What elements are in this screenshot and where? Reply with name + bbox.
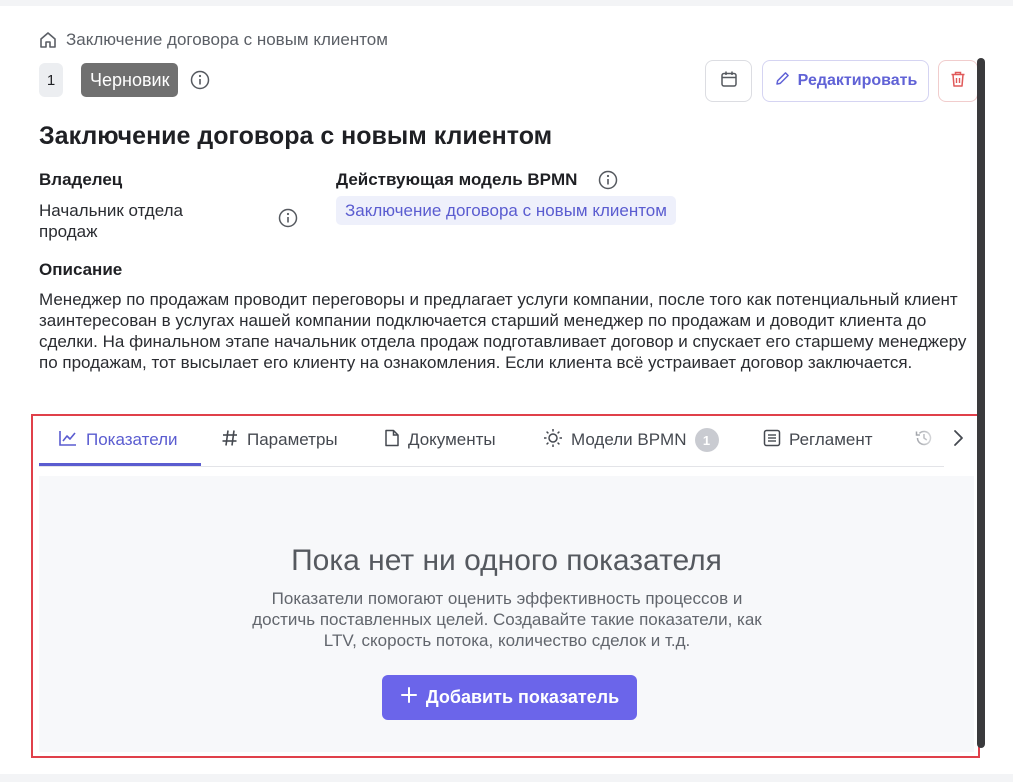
- tab-documents[interactable]: Документы: [384, 416, 496, 464]
- tabs-scroll-right-button[interactable]: [946, 428, 970, 452]
- edit-button-label: Редактировать: [797, 72, 918, 89]
- pencil-icon: [774, 70, 791, 92]
- tab-parameters[interactable]: Параметры: [221, 416, 338, 464]
- tab-label: Параметры: [247, 430, 338, 449]
- scrollbar[interactable]: [977, 58, 985, 748]
- process-panel: Заключение договора с новым клиентом 1 Ч…: [0, 0, 1013, 774]
- version-badge: 1: [39, 63, 63, 97]
- status-badge: Черновик: [81, 63, 179, 97]
- empty-state: Пока нет ни одного показателя Показатели…: [39, 476, 974, 752]
- sun-icon: [543, 428, 563, 453]
- owner-label: Владелец: [39, 170, 123, 189]
- chart-line-icon: [58, 429, 78, 452]
- active-tab-underline: [39, 463, 201, 466]
- tab-label: Показатели: [86, 430, 178, 449]
- tabs-region: Показатели Параметры Документы Модели BP…: [31, 414, 980, 758]
- list-icon: [763, 429, 781, 452]
- empty-state-title: Пока нет ни одного показателя: [291, 544, 722, 577]
- tab-indicators[interactable]: Показатели: [58, 416, 178, 464]
- description-text: Менеджер по продажам проводит переговоры…: [39, 290, 967, 372]
- add-indicator-label: Добавить показатель: [425, 687, 620, 707]
- calendar-button[interactable]: [705, 60, 752, 102]
- owner-info-icon[interactable]: [278, 208, 298, 233]
- owner-value: Начальник отдела продаж: [39, 201, 183, 241]
- breadcrumb: Заключение договора с новым клиентом: [38, 30, 388, 50]
- breadcrumb-current[interactable]: Заключение договора с новым клиентом: [66, 30, 388, 50]
- delete-button[interactable]: [938, 60, 978, 102]
- tab-bpmn-models[interactable]: Модели BPMN 1: [543, 416, 719, 464]
- document-icon: [384, 429, 400, 452]
- top-shade: [0, 0, 1013, 6]
- plus-icon: [400, 686, 418, 709]
- tab-count-badge: 1: [694, 428, 719, 452]
- empty-state-description: Показатели помогают оценить эффективност…: [252, 589, 762, 650]
- add-indicator-button[interactable]: Добавить показатель: [382, 675, 637, 720]
- home-icon[interactable]: [38, 30, 58, 50]
- model-label: Действующая модель BPMN: [336, 170, 578, 189]
- model-info-icon[interactable]: [598, 170, 618, 195]
- calendar-icon: [720, 70, 738, 93]
- hash-icon: [221, 429, 239, 452]
- description-label: Описание: [39, 260, 123, 279]
- chevron-right-icon: [951, 429, 965, 452]
- tab-label: Документы: [408, 430, 496, 449]
- info-icon[interactable]: [190, 70, 210, 95]
- tab-label: Модели BPMN: [571, 430, 687, 449]
- trash-icon: [949, 70, 967, 93]
- edit-button[interactable]: Редактировать: [762, 60, 929, 102]
- tab-label: Регламент: [789, 430, 873, 449]
- tab-bar: Показатели Параметры Документы Модели BP…: [39, 416, 959, 467]
- model-link[interactable]: Заключение договора с новым клиентом: [336, 196, 676, 225]
- page-title: Заключение договора с новым клиентом: [39, 122, 553, 150]
- tab-regulations[interactable]: Регламент: [763, 416, 873, 464]
